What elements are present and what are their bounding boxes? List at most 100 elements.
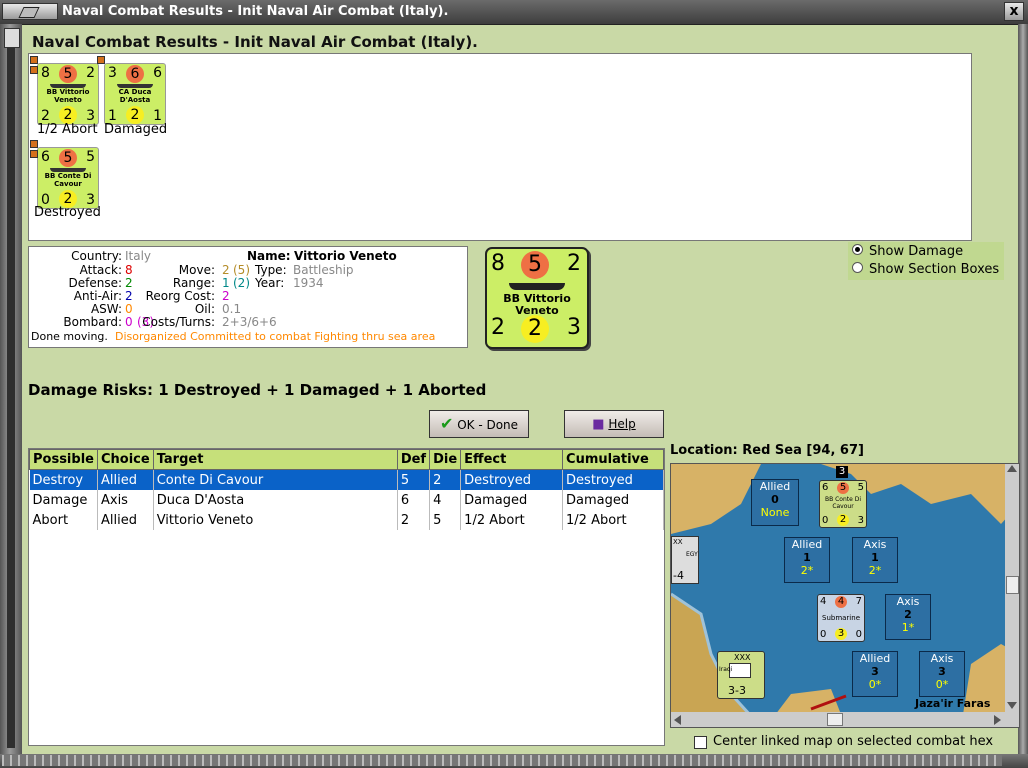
cell-possible: Damage: [29, 490, 98, 510]
show-damage-label: Show Damage: [869, 244, 964, 259]
display-options: Show Damage Show Section Boxes: [848, 242, 1004, 280]
show-damage-radio[interactable]: [852, 244, 863, 255]
ok-done-button[interactable]: ✔ OK - Done: [429, 410, 529, 438]
unit-size: XXX: [734, 653, 751, 662]
cell-def: 6: [397, 490, 431, 510]
unit-result-caption: 1/2 Abort: [37, 122, 98, 137]
attack-value: 8: [125, 263, 133, 277]
aa-value: 2: [567, 251, 581, 276]
system-menu-button[interactable]: [2, 3, 58, 20]
attack-label: Attack:: [79, 263, 122, 277]
col-target[interactable]: Target: [152, 449, 398, 470]
unit-counter-vittorio[interactable]: 8 5 2 BB Vittorio Veneto 2 2 3: [30, 56, 99, 125]
submarine-counter[interactable]: 4 4 7 Submarine 0 3 0: [817, 594, 865, 642]
move-value: 2: [222, 263, 230, 277]
scroll-up-arrow-icon[interactable]: [1007, 465, 1017, 472]
col-possible[interactable]: Possible: [29, 449, 98, 470]
damage-table-panel: Possible Choice Target Def Die Effect Cu…: [28, 448, 665, 746]
show-damage-option[interactable]: Show Damage: [852, 244, 963, 259]
cell-choice: Allied: [97, 510, 154, 530]
cell-target: Vittorio Veneto: [153, 510, 398, 530]
name-label: Name:: [247, 249, 291, 263]
defense-value: 2: [491, 315, 505, 340]
corps-counter[interactable]: XXX Iraqi 3-3: [717, 651, 765, 699]
side-label: Allied: [791, 538, 823, 551]
table-row[interactable]: Abort Allied Vittorio Veneto 2 5 1/2 Abo…: [29, 510, 664, 530]
section-box: Axis 3 0*: [919, 651, 965, 697]
aa-value: 7: [855, 596, 862, 607]
range-value: 0: [855, 629, 862, 640]
show-section-boxes-radio[interactable]: [852, 262, 863, 273]
unit-size: XX: [673, 538, 683, 546]
scroll-right-arrow-icon[interactable]: [994, 715, 1001, 725]
scroll-left-arrow-icon[interactable]: [674, 715, 681, 725]
oil-value: 0.1: [222, 302, 242, 316]
col-effect[interactable]: Effect: [460, 449, 564, 470]
map-horizontal-scrollbar[interactable]: [671, 712, 1019, 727]
close-button[interactable]: x: [1004, 2, 1024, 21]
unit-name: BB Vittorio Veneto: [46, 88, 90, 104]
page-title: Naval Combat Results - Init Naval Air Co…: [32, 33, 478, 51]
side-label: Allied: [759, 480, 791, 493]
section-box: Axis 1 2*: [852, 537, 898, 583]
unit-nation-label: EGY: [686, 551, 698, 558]
frame-scroll-track[interactable]: [7, 48, 15, 748]
combat-value: 3-3: [728, 684, 746, 697]
map-vertical-scrollbar[interactable]: [1005, 464, 1019, 712]
unit-counter-conte[interactable]: 6 5 5 BB Conte Di Cavour 0 2 3: [30, 140, 99, 209]
type-value: Battleship: [293, 263, 354, 277]
checkmark-icon: ✔: [439, 414, 454, 433]
edge-unit-counter[interactable]: XX EGY -4: [671, 536, 699, 584]
table-row[interactable]: Destroy Allied Conte Di Cavour 5 2 Destr…: [29, 469, 664, 490]
top-value: 5: [59, 149, 77, 167]
box-number: 2: [904, 608, 912, 621]
frame-scroll-handle[interactable]: [4, 28, 20, 48]
status-marker-icon: [30, 140, 38, 148]
attack-value: 8: [491, 251, 505, 276]
costs-value: 2+3/6+6: [222, 315, 277, 329]
side-label: Allied: [859, 652, 891, 665]
col-choice[interactable]: Choice: [96, 449, 154, 470]
cell-target: Conte Di Cavour: [153, 469, 398, 490]
map-vscroll-thumb[interactable]: [1006, 576, 1019, 594]
year-value: 1934: [293, 276, 324, 290]
box-value: 0*: [868, 678, 882, 691]
combat-results-panel: 8 5 2 BB Vittorio Veneto 2 2 3 1/2 Abort…: [28, 53, 972, 241]
cell-die: 5: [429, 510, 462, 530]
unit-counter-duca[interactable]: 3 6 6 CA Duca D'Aosta 1 2 1: [97, 56, 166, 125]
frame-horizontal-scroll[interactable]: [2, 755, 1002, 766]
help-button[interactable]: ■ Help: [564, 410, 664, 438]
unit-name: Submarine: [822, 614, 860, 622]
unit-name: BB Conte Di Cavour: [44, 172, 92, 188]
scroll-down-arrow-icon[interactable]: [1007, 702, 1017, 709]
country-value: Italy: [125, 249, 152, 263]
center-map-checkbox[interactable]: [694, 736, 707, 749]
status-marker-icon: [30, 66, 38, 74]
map-hscroll-thumb[interactable]: [827, 713, 843, 726]
combat-hex-map[interactable]: 3 Allied 0 None 6 5 5 BB Conte Di Cavour…: [670, 463, 1020, 728]
status-marker-icon: [30, 150, 38, 158]
aa-value: 5: [86, 149, 95, 165]
cell-effect: Destroyed: [460, 469, 564, 490]
box-value: None: [760, 506, 790, 519]
section-box: Allied 0 None: [751, 479, 799, 526]
asw-label: ASW:: [90, 302, 122, 316]
col-die[interactable]: Die: [429, 449, 462, 470]
cell-choice: Allied: [97, 469, 154, 490]
table-row[interactable]: Damage Axis Duca D'Aosta 6 4 Damaged Dam…: [29, 490, 664, 510]
cell-effect: 1/2 Abort: [460, 510, 564, 530]
antiair-label: Anti-Air:: [73, 289, 122, 303]
damage-risks: Damage Risks: 1 Destroyed + 1 Damaged + …: [28, 381, 487, 399]
range-value: 3: [567, 315, 581, 340]
show-section-boxes-option[interactable]: Show Section Boxes: [852, 262, 999, 277]
attack-value: 8: [41, 65, 50, 81]
move-value: 2: [521, 315, 549, 343]
col-def[interactable]: Def: [396, 449, 431, 470]
attack-value: 3: [108, 65, 117, 81]
col-cumulative[interactable]: Cumulative: [562, 449, 664, 470]
map-unit-counter[interactable]: 6 5 5 BB Conte Di Cavour 0 2 3: [819, 480, 867, 528]
cell-cumulative: 1/2 Abort: [562, 510, 664, 530]
attack-value: 4: [820, 596, 827, 607]
move-label: Move:: [178, 263, 215, 277]
cell-choice: Axis: [97, 490, 154, 510]
